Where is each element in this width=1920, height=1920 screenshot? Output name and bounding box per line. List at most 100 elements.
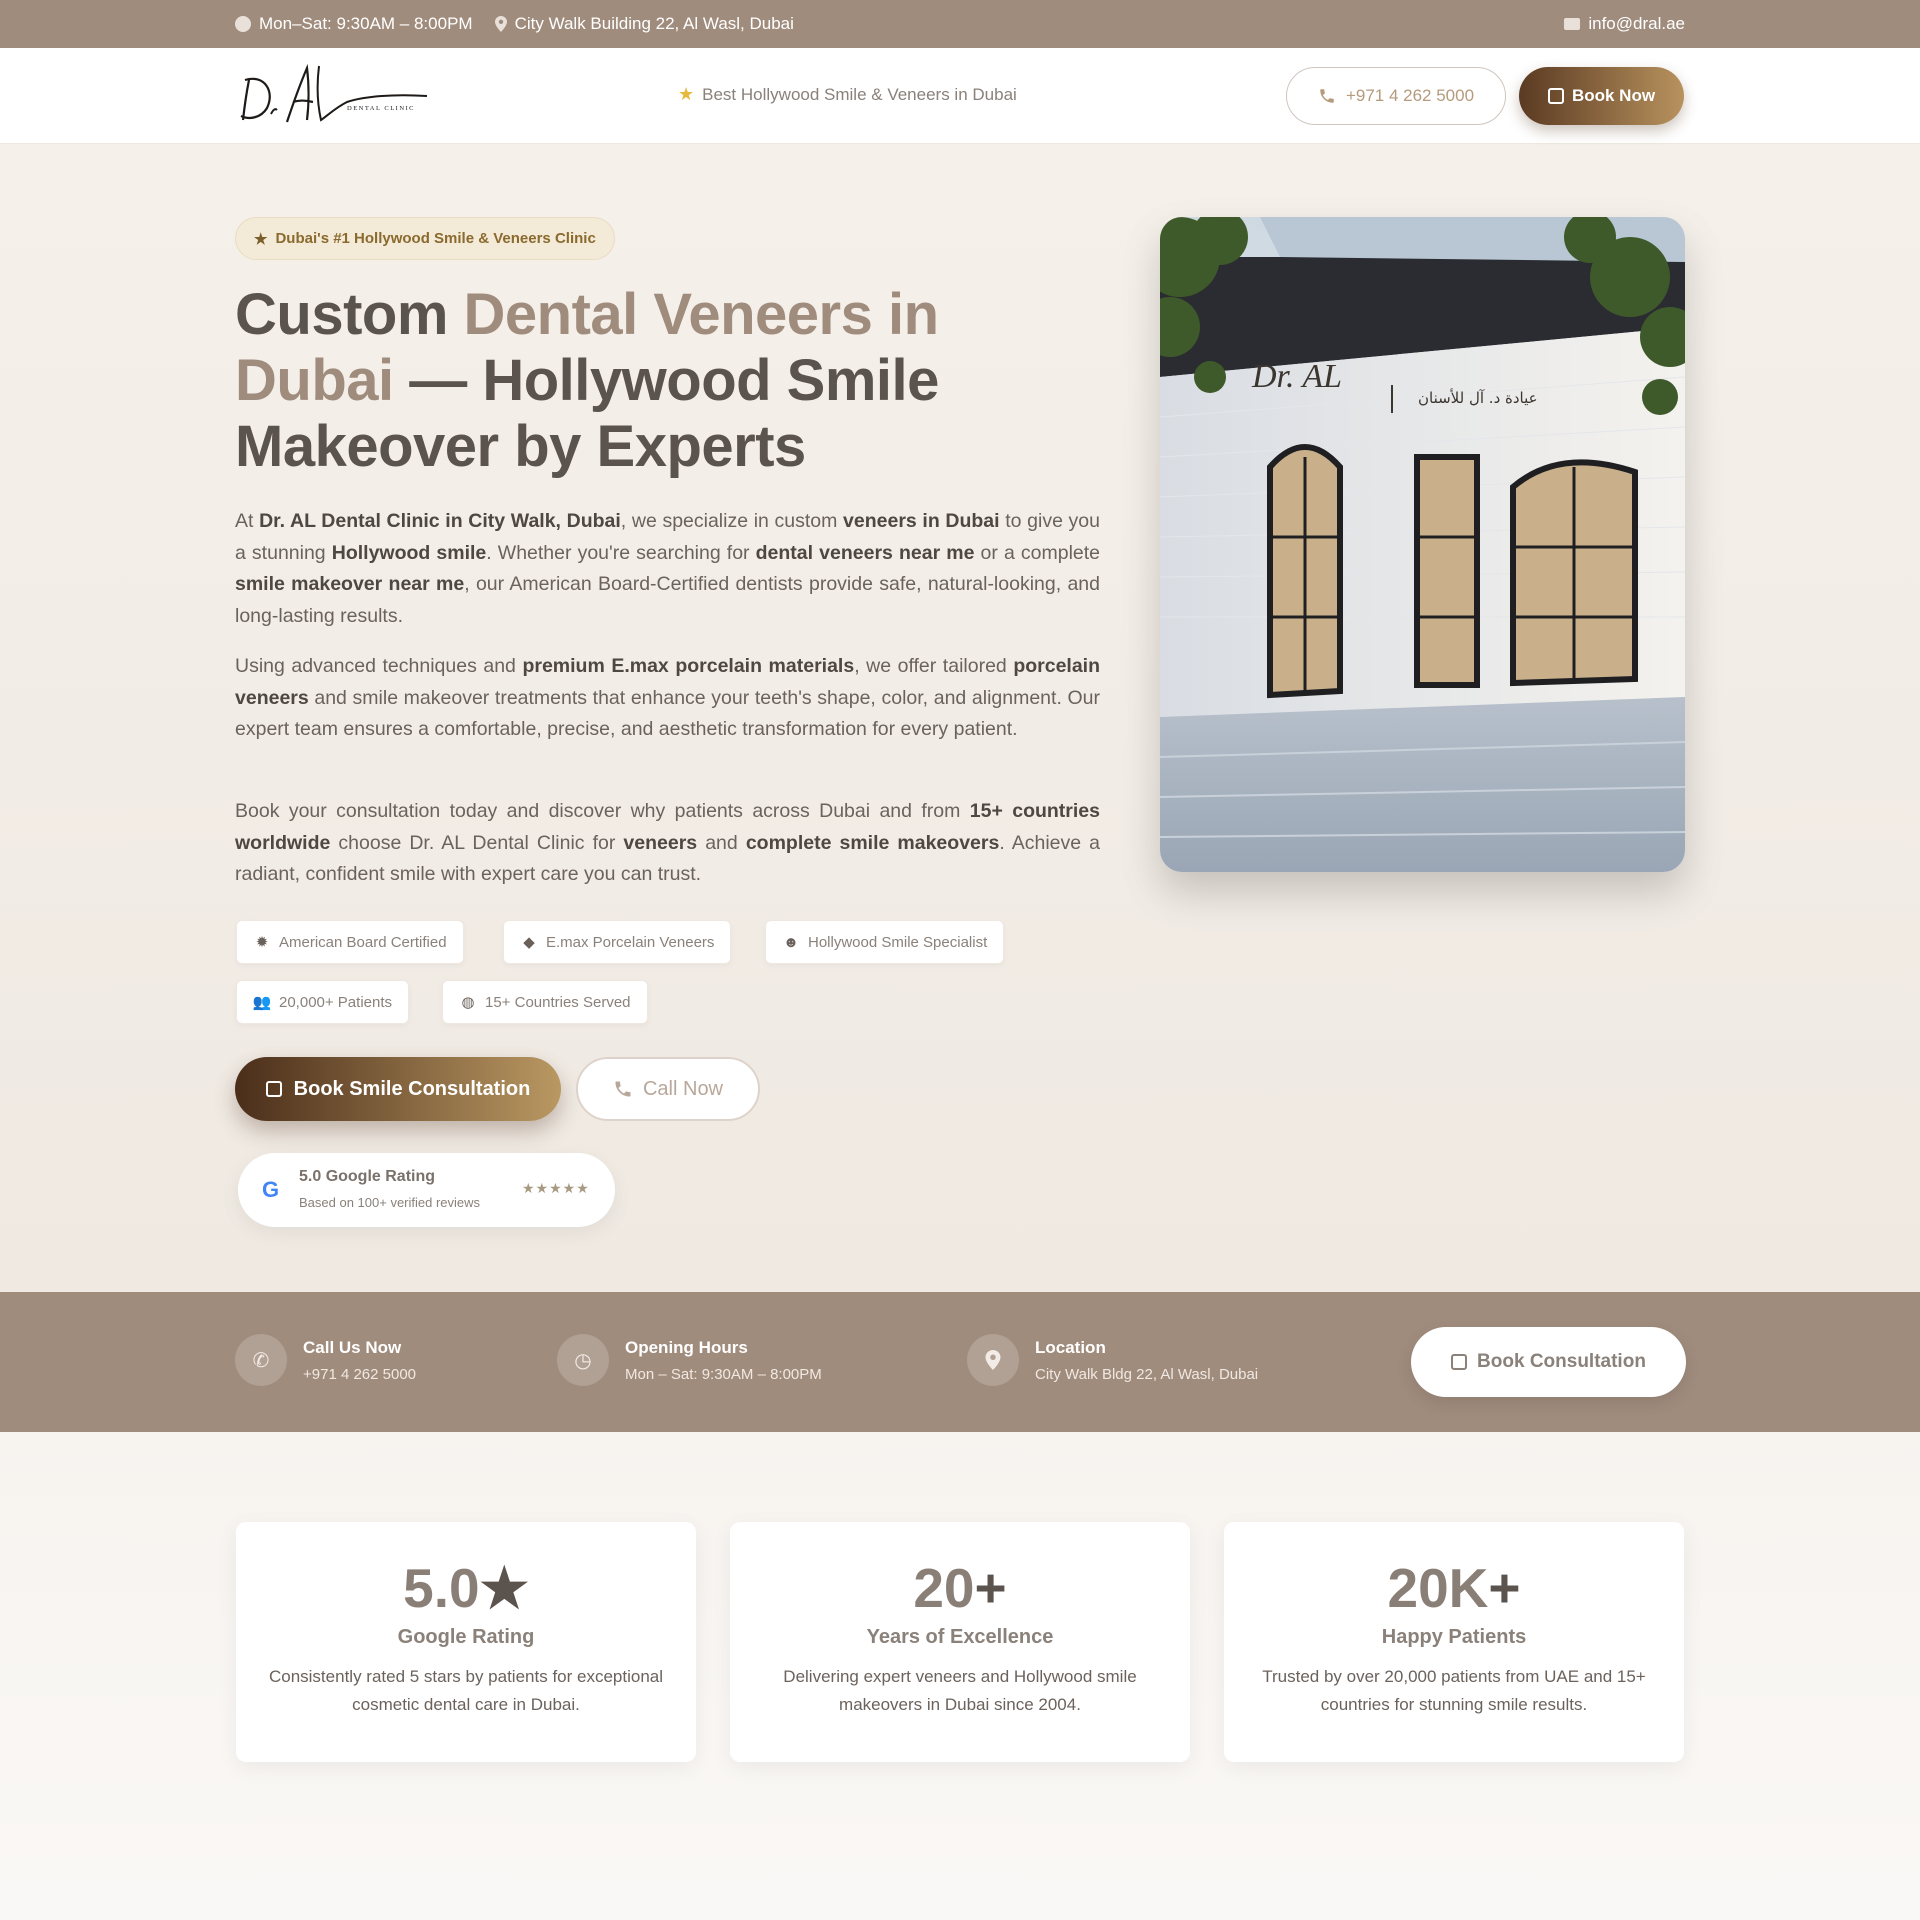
rating-title: 5.0 Google Rating: [299, 1168, 436, 1185]
info-location-value: City Walk Bldg 22, Al Wasl, Dubai: [1035, 1366, 1259, 1383]
clinic-storefront-image: Dr. AL عيادة د. آل للأسنان: [1160, 217, 1685, 872]
hero-badge: ★ Dubai's #1 Hollywood Smile & Veneers C…: [235, 217, 615, 260]
header-tagline: ★ Best Hollywood Smile & Veneers in Duba…: [678, 84, 1017, 105]
bold-text: complete smile makeovers: [745, 831, 1000, 854]
location-pin-icon: [494, 16, 507, 32]
info-location[interactable]: Location City Walk Bldg 22, Al Wasl, Dub…: [967, 1334, 1258, 1386]
text-run: . Whether you're searching for: [486, 541, 756, 564]
info-call-title: Call Us Now: [303, 1338, 402, 1357]
chip-hollywood: ☻ Hollywood Smile Specialist: [765, 920, 1005, 964]
clinic-logo[interactable]: DENTAL CLINIC: [235, 62, 430, 130]
stat-number: 20K+: [1387, 1557, 1521, 1619]
bold-text: premium E.max porcelain materials: [522, 655, 855, 677]
calendar-icon: [265, 1081, 282, 1097]
gem-icon: ◆: [523, 934, 535, 951]
location-pin-icon: [967, 1334, 1019, 1386]
book-smile-consultation-button[interactable]: Book Smile Consultation: [235, 1057, 561, 1121]
stat-description: Trusted by over 20,000 patients from UAE…: [1262, 1667, 1646, 1714]
topbar-hours-text: Mon–Sat: 9:30AM – 8:00PM: [259, 14, 473, 33]
book-consultation-button[interactable]: Book Consultation: [1411, 1327, 1686, 1397]
info-call-value[interactable]: +971 4 262 5000: [303, 1366, 416, 1383]
infobar-book-label: Book Consultation: [1477, 1351, 1646, 1372]
stat-description: Consistently rated 5 stars by patients f…: [268, 1667, 664, 1714]
contact-info-bar: ✆ Call Us Now +971 4 262 5000 ◷ Opening …: [0, 1292, 1920, 1432]
stat-label: Years of Excellence: [866, 1626, 1054, 1648]
clock-icon: [235, 16, 251, 32]
clock-icon: ◷: [557, 1334, 609, 1386]
text-run: Book your consultation today and discove…: [235, 800, 970, 822]
google-icon: G: [262, 1177, 280, 1202]
star-icon: ★: [678, 84, 695, 104]
stat-number: 20+: [913, 1557, 1007, 1619]
text-run: , we offer tailored: [854, 655, 1014, 677]
phone-icon: [1320, 89, 1334, 103]
chip-label: E.max Porcelain Veneers: [546, 933, 715, 951]
info-call[interactable]: ✆ Call Us Now +971 4 262 5000: [235, 1334, 416, 1386]
bold-text: Hollywood smile: [331, 541, 487, 564]
bold-text: veneers: [623, 831, 698, 854]
topbar-hours: Mon–Sat: 9:30AM – 8:00PM: [235, 14, 473, 34]
hero-paragraph-2: Using advanced techniques and premium E.…: [235, 651, 1100, 746]
star-icon: ★: [254, 230, 268, 248]
stat-number: 5.0★: [403, 1557, 529, 1619]
stat-label: Happy Patients: [1381, 1626, 1527, 1648]
site-header: DENTAL CLINIC ★ Best Hollywood Smile & V…: [0, 48, 1920, 144]
users-icon: 👥: [252, 994, 272, 1011]
rating-subtitle: Based on 100+ verified reviews: [299, 1195, 481, 1210]
cta-primary-label: Book Smile Consultation: [293, 1077, 531, 1100]
bold-text: veneers in Dubai: [843, 510, 1000, 532]
stat-card-patients: 20K+ Happy Patients Trusted by over 20,0…: [1224, 1522, 1684, 1762]
storefront-illustration: Dr. AL عيادة د. آل للأسنان: [1160, 217, 1685, 872]
top-info-bar: Mon–Sat: 9:30AM – 8:00PM City Walk Build…: [0, 0, 1920, 48]
call-now-button[interactable]: Call Now: [576, 1057, 760, 1121]
calendar-icon: [1451, 1354, 1468, 1370]
chip-label: American Board Certified: [279, 933, 447, 951]
smile-icon: ☻: [783, 933, 799, 951]
info-hours-value: Mon – Sat: 9:30AM – 8:00PM: [625, 1366, 822, 1383]
chip-label: 15+ Countries Served: [485, 993, 631, 1011]
text-run: and: [697, 831, 746, 854]
tagline-text: Best Hollywood Smile & Veneers in Dubai: [702, 84, 1017, 104]
info-hours: ◷ Opening Hours Mon – Sat: 9:30AM – 8:00…: [557, 1334, 822, 1386]
bold-text: Dr. AL Dental Clinic in City Walk, Dubai: [259, 510, 621, 532]
header-phone-button[interactable]: +971 4 262 5000: [1286, 67, 1506, 125]
topbar-email-text[interactable]: info@dral.ae: [1588, 14, 1685, 34]
stat-label: Google Rating: [397, 1626, 535, 1648]
rating-stars: ★★★★★: [522, 1180, 590, 1196]
hero-badge-text: Dubai's #1 Hollywood Smile & Veneers Cli…: [275, 230, 596, 247]
hero-paragraph-3: Book your consultation today and discove…: [235, 796, 1100, 891]
google-rating-badge[interactable]: G 5.0 Google Rating Based on 100+ verifi…: [238, 1153, 615, 1227]
chip-american-board: ✹ American Board Certified: [236, 920, 464, 964]
svg-text:DENTAL CLINIC: DENTAL CLINIC: [347, 105, 415, 112]
text-run: or a complete: [974, 541, 1101, 564]
phone-icon: [615, 1081, 631, 1097]
chip-label: Hollywood Smile Specialist: [808, 933, 988, 951]
header-book-label: Book Now: [1571, 86, 1656, 105]
calendar-icon: [1547, 88, 1564, 104]
topbar-email[interactable]: info@dral.ae: [1564, 14, 1685, 34]
stat-description: Delivering expert veneers and Hollywood …: [783, 1667, 1137, 1714]
text-run: and smile makeover treatments that enhan…: [235, 686, 1100, 741]
envelope-icon: [1564, 18, 1581, 30]
svg-text:Dr. AL: Dr. AL: [1251, 358, 1342, 395]
stat-card-rating: 5.0★ Google Rating Consistently rated 5 …: [236, 1522, 696, 1762]
topbar-address-text: City Walk Building 22, Al Wasl, Dubai: [514, 14, 794, 33]
header-phone-text: +971 4 262 5000: [1345, 86, 1475, 105]
signature-logo-icon: DENTAL CLINIC: [240, 63, 428, 123]
info-location-title: Location: [1035, 1338, 1106, 1357]
hero-title: Custom Dental Veneers in Dubai — Hollywo…: [235, 282, 1015, 480]
text-run: At: [235, 510, 260, 532]
phone-icon: ✆: [235, 1334, 287, 1386]
chip-patients: 👥 20,000+ Patients: [236, 980, 410, 1024]
chip-emax: ◆ E.max Porcelain Veneers: [503, 920, 732, 964]
globe-icon: ◍: [461, 994, 475, 1011]
stat-card-years: 20+ Years of Excellence Delivering exper…: [730, 1522, 1190, 1762]
text-run: Using advanced techniques and: [235, 655, 523, 677]
certificate-icon: ✹: [255, 934, 269, 951]
chip-countries: ◍ 15+ Countries Served: [442, 980, 648, 1024]
text-run: , we specialize in custom: [620, 510, 844, 532]
bold-text: smile makeover near me: [235, 573, 465, 595]
topbar-address: City Walk Building 22, Al Wasl, Dubai: [494, 14, 794, 34]
header-book-now-button[interactable]: Book Now: [1519, 67, 1684, 125]
chip-label: 20,000+ Patients: [279, 993, 393, 1011]
